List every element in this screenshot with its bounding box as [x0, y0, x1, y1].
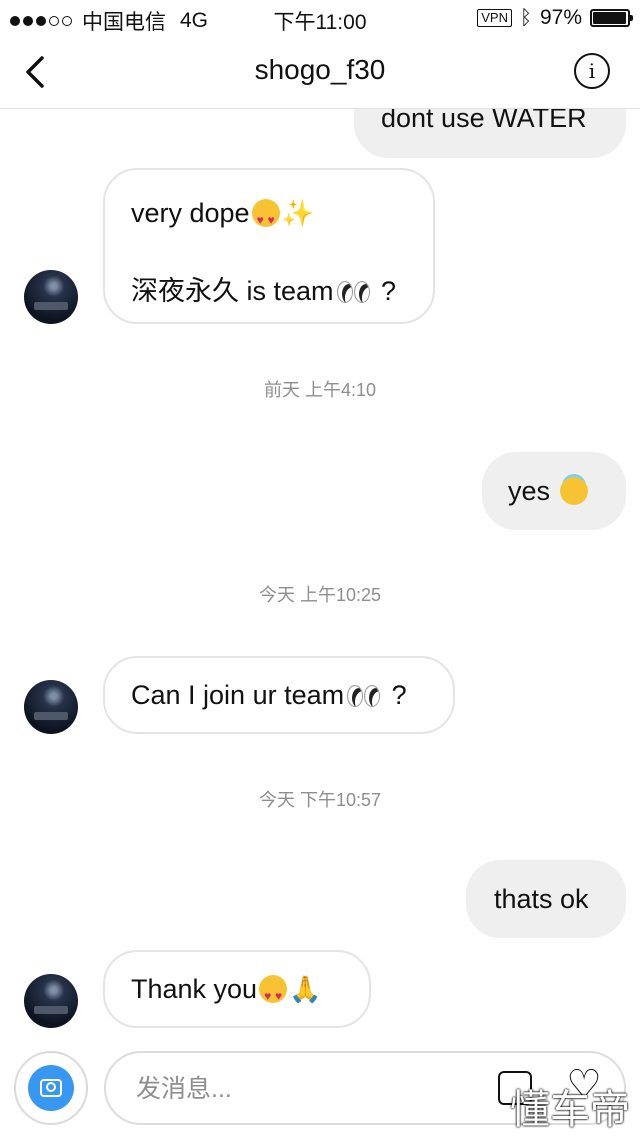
folded-hands-emoji-icon: 🙏 [289, 974, 322, 1004]
status-bar: 中国电信 4G 下午11:00 VPN ᛒ 97% [0, 0, 640, 36]
eyes-emoji-icon [336, 277, 372, 305]
message-bubble-outgoing[interactable]: thats ok [466, 860, 626, 938]
info-icon: i [588, 59, 596, 83]
message-text: thats ok [494, 884, 589, 914]
message-bubble-outgoing[interactable]: yes [482, 452, 626, 530]
message-text: yes [508, 476, 558, 506]
avatar[interactable] [24, 270, 78, 324]
battery-percent: 97% [539, 6, 582, 29]
message-text: very dope [131, 198, 250, 228]
message-bubble-incoming[interactable]: Can I join ur team ? [103, 656, 455, 734]
message-line: 深夜永久 is team ? [131, 274, 409, 308]
eyes-emoji-icon [346, 681, 382, 709]
camera-icon [28, 1065, 74, 1111]
camera-button[interactable] [14, 1051, 88, 1125]
avatar[interactable] [24, 680, 78, 734]
vpn-badge: VPN [477, 9, 512, 27]
avatar[interactable] [24, 974, 78, 1028]
message-input[interactable] [134, 1053, 468, 1125]
heart-eyes-emoji-icon [251, 199, 280, 237]
timestamp: 今天 下午10:57 [258, 790, 382, 810]
message-text: Thank you [131, 974, 258, 1004]
sparkles-emoji-icon: ✨ [281, 198, 314, 228]
message-line: very dope ✨ [131, 196, 409, 237]
heart-eyes-emoji-icon [259, 975, 288, 1013]
status-right: VPN ᛒ 97% [477, 6, 633, 30]
info-button[interactable]: i [574, 53, 610, 89]
conversation-title[interactable]: shogo_f30 [0, 54, 640, 86]
message-text: Can I join ur team [131, 680, 345, 710]
message-text-suffix: ? [373, 276, 397, 306]
timestamp: 前天 上午4:10 [263, 380, 377, 400]
smiling-face-with-halo-emoji-icon [559, 477, 588, 505]
message-text: 深夜永久 is team [131, 276, 334, 306]
message-bubble-incoming[interactable]: very dope ✨ 深夜永久 is team ? [103, 168, 435, 324]
timestamp: 今天 上午10:25 [258, 585, 382, 605]
bluetooth-icon: ᛒ [519, 6, 532, 29]
battery-icon [590, 9, 633, 27]
watermark: 懂车帝 [510, 1087, 630, 1133]
message-text-suffix: ? [384, 680, 407, 710]
message-bubble-incoming[interactable]: Thank you 🙏 [103, 950, 371, 1028]
conversation-header: shogo_f30 i [0, 36, 640, 109]
